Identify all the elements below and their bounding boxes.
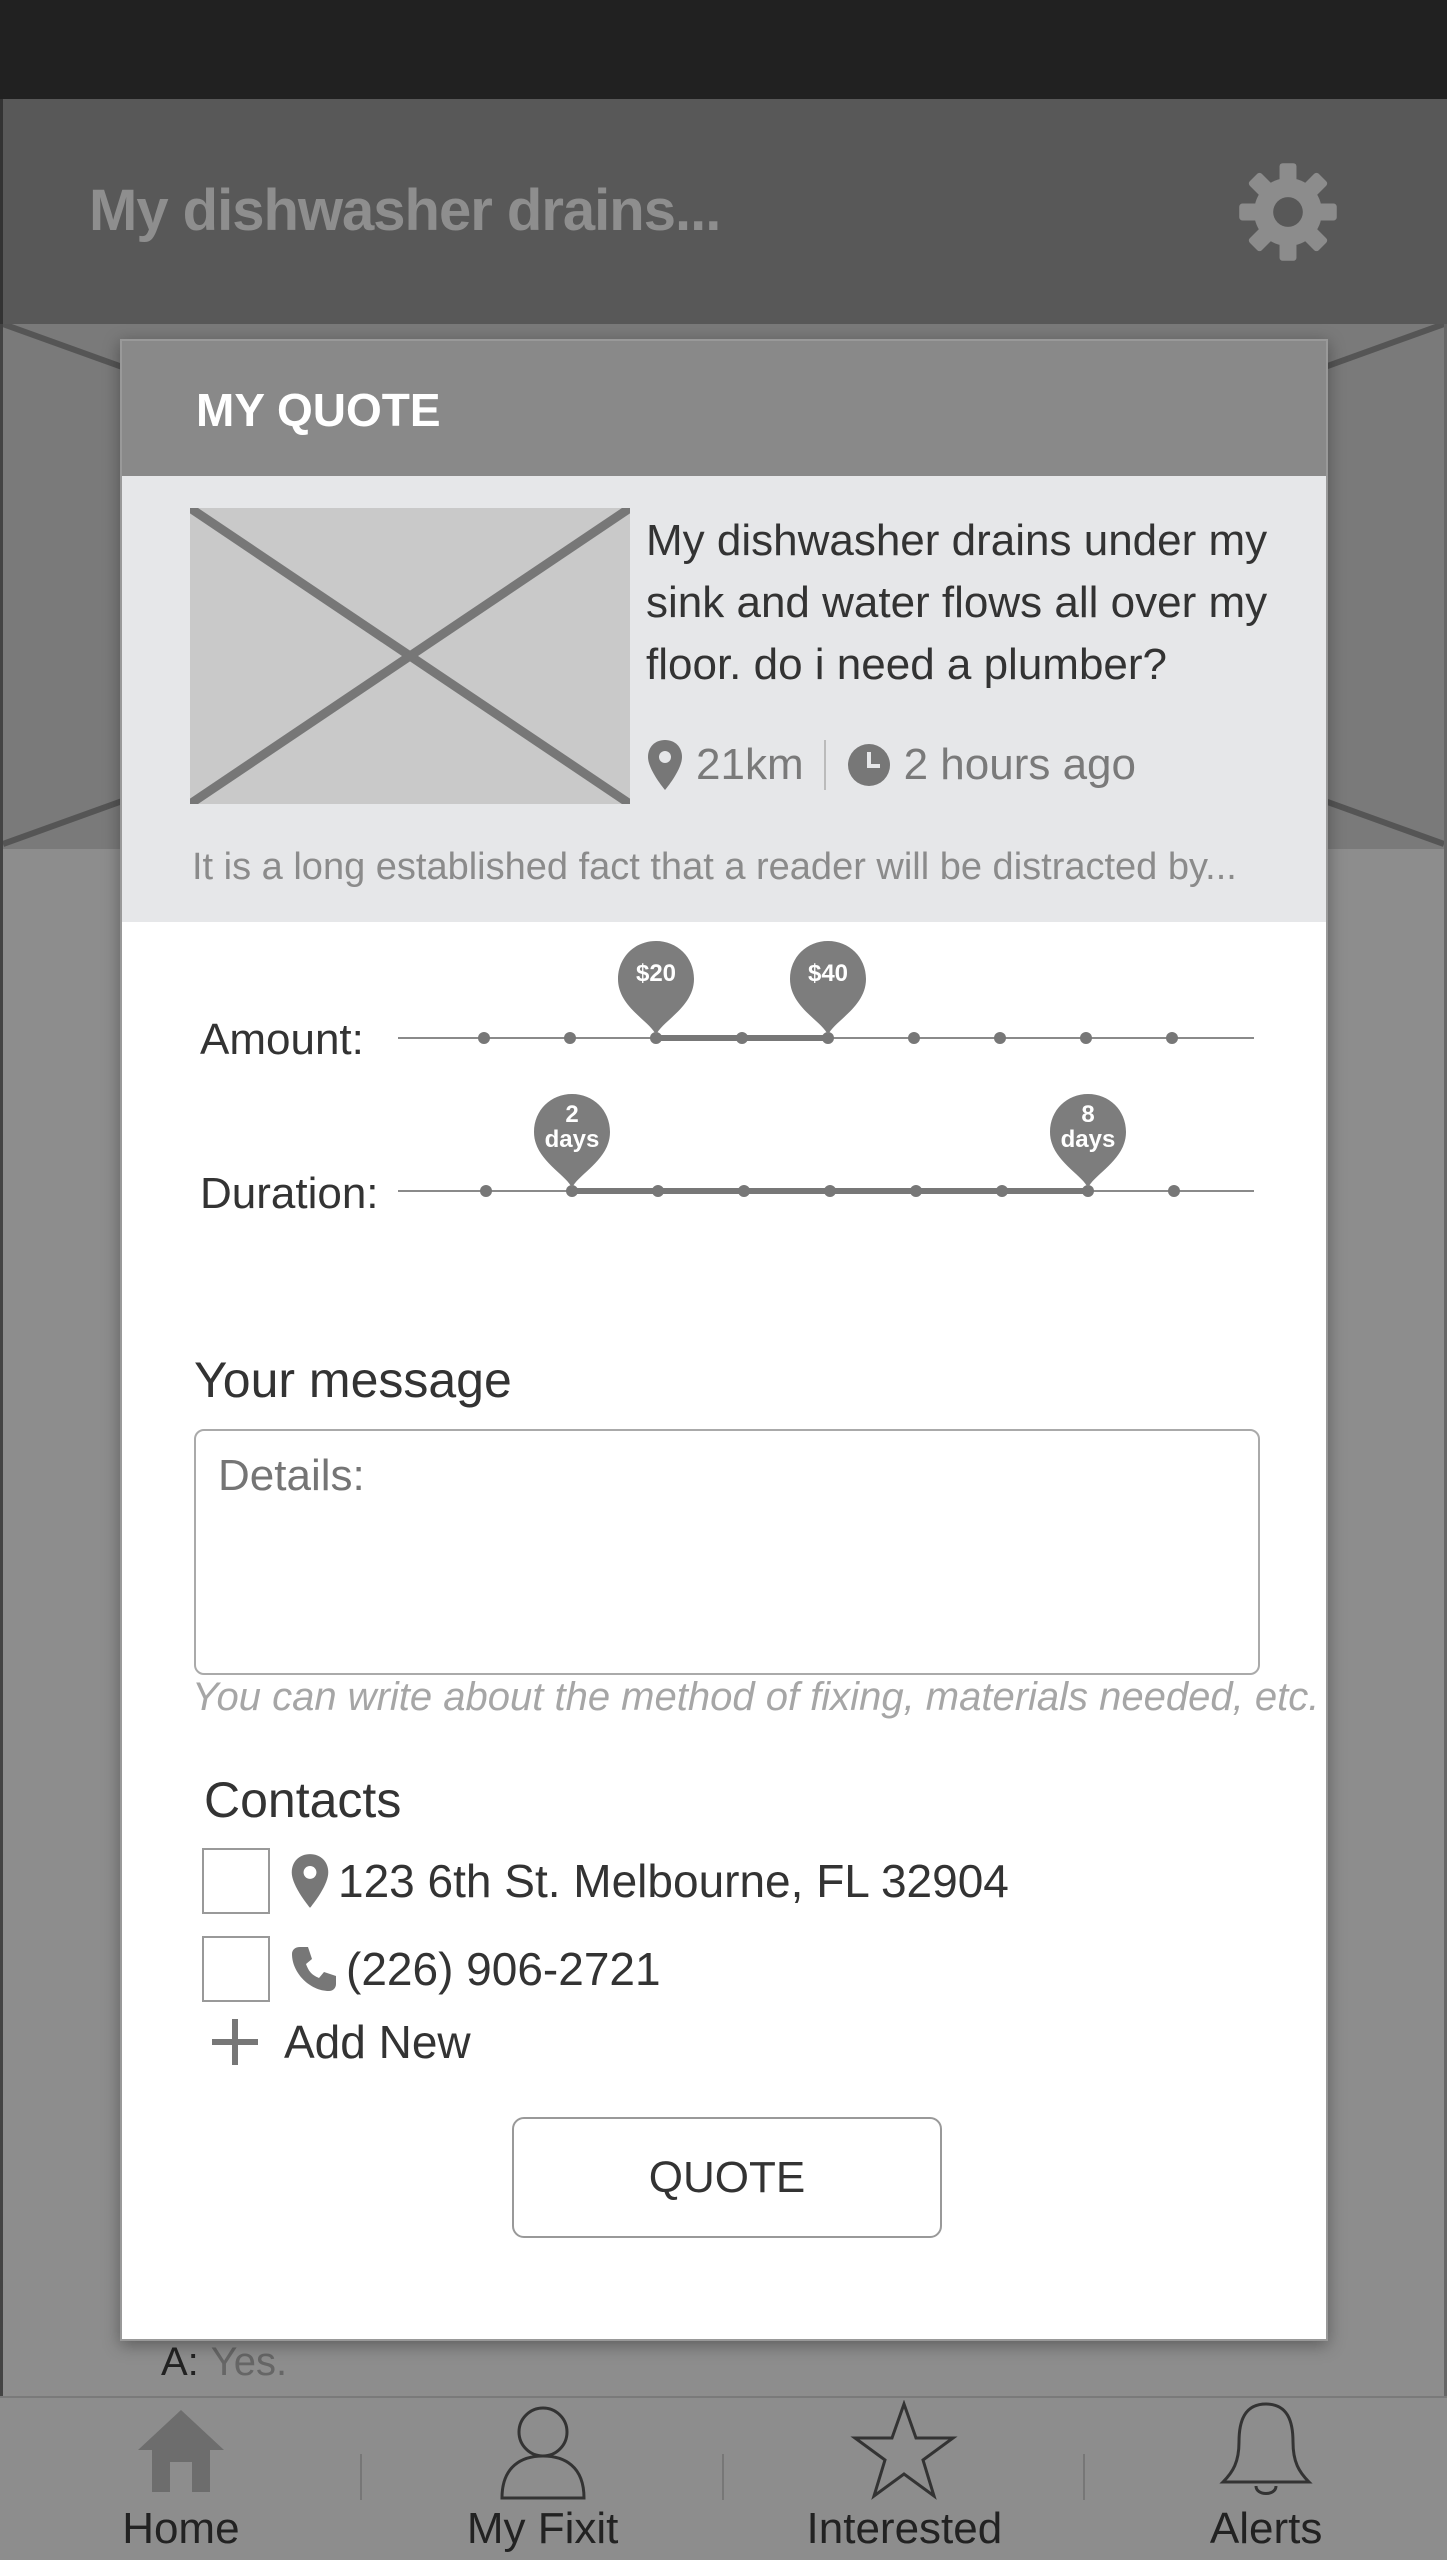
duration-step-dot — [738, 1185, 750, 1197]
duration-high-value-unit: days — [1060, 1126, 1116, 1153]
nav-label: Interested — [806, 2504, 1003, 2553]
answer-text: Yes. — [210, 2340, 288, 2384]
job-image — [187, 504, 633, 808]
home-icon — [137, 2410, 224, 2492]
duration-step-dot — [996, 1185, 1008, 1197]
duration-high-handle[interactable]: 8 days — [1048, 1092, 1128, 1190]
amount-high-value: $40 — [807, 960, 849, 987]
message-input[interactable] — [194, 1429, 1260, 1675]
answer-prefix: A: — [161, 2340, 199, 2384]
add-new-contact-button[interactable]: Add New — [210, 2015, 471, 2069]
job-description: My dishwasher drains under my sink and w… — [646, 516, 1268, 689]
contact-address: 123 6th St. Melbourne, FL 32904 — [338, 1855, 1009, 1907]
duration-step-dot — [910, 1185, 922, 1197]
add-new-label: Add New — [284, 2016, 471, 2068]
contacts-heading: Contacts — [204, 1772, 402, 1828]
phone-icon — [292, 1947, 336, 1991]
nav-item-alerts[interactable]: Alerts — [1085, 2398, 1447, 2560]
job-card: My dishwasher drains under my sink and w… — [122, 476, 1326, 922]
amount-low-value: $20 — [635, 960, 677, 987]
nav-item-interested[interactable]: Interested — [724, 2398, 1086, 2560]
nav-item-my-fixit[interactable]: My Fixit — [362, 2398, 724, 2560]
duration-step-dot — [480, 1185, 492, 1197]
app-header: My dishwasher drains... — [0, 99, 1447, 324]
gear-icon — [1239, 163, 1337, 261]
amount-high-handle[interactable]: $40 — [788, 939, 868, 1037]
phone-checkbox[interactable] — [202, 1936, 270, 2002]
user-icon — [500, 2406, 586, 2500]
contact-phone-row: (226) 906-2721 — [202, 1935, 661, 2003]
duration-step-dot — [1168, 1185, 1180, 1197]
modal-header: MY QUOTE — [122, 341, 1326, 476]
star-icon — [850, 2400, 958, 2500]
duration-low-value-number: 2 — [565, 1101, 579, 1128]
job-time-ago: 2 hours ago — [903, 740, 1136, 789]
message-heading: Your message — [194, 1352, 512, 1408]
amount-step-dot — [1166, 1032, 1178, 1044]
duration-step-dot — [652, 1185, 664, 1197]
duration-label: Duration: — [200, 1169, 379, 1218]
meta-divider — [823, 740, 826, 790]
modal-title: MY QUOTE — [196, 384, 441, 436]
amount-step-dot — [994, 1032, 1006, 1044]
plus-icon — [212, 2019, 258, 2065]
amount-step-dot — [908, 1032, 920, 1044]
background-answer: A: Yes. — [161, 2340, 287, 2385]
location-pin-icon — [291, 1854, 329, 1908]
job-meta: 21km 2 hours ago — [646, 738, 1136, 792]
amount-step-dot — [1080, 1032, 1092, 1044]
nav-item-home[interactable]: Home — [0, 2398, 362, 2560]
status-bar — [0, 0, 1447, 99]
address-checkbox[interactable] — [202, 1848, 270, 1914]
contact-phone: (226) 906-2721 — [346, 1943, 661, 1995]
quote-modal: MY QUOTE My dishwasher drains under my s… — [120, 339, 1328, 2341]
nav-label: My Fixit — [466, 2504, 619, 2553]
contact-address-row: 123 6th St. Melbourne, FL 32904 — [202, 1847, 1009, 1915]
duration-high-value: 8 days — [1048, 1102, 1128, 1152]
duration-step-dot — [824, 1185, 836, 1197]
clock-icon — [847, 744, 890, 786]
job-summary: It is a long established fact that a rea… — [192, 846, 1237, 888]
amount-step-dot — [564, 1032, 576, 1044]
image-placeholder-icon — [187, 504, 633, 808]
message-hint: You can write about the method of fixing… — [192, 1675, 1320, 1719]
duration-low-value-unit: days — [544, 1126, 600, 1153]
nav-label: Home — [122, 2504, 240, 2553]
duration-high-value-number: 8 — [1081, 1101, 1095, 1128]
nav-label: Alerts — [1209, 2504, 1323, 2553]
bottom-nav: Home My Fixit Interested Alerts — [0, 2396, 1447, 2560]
duration-track[interactable]: 2 days 8 days — [398, 1094, 1254, 1197]
amount-track[interactable]: $20 $40 — [398, 941, 1254, 1044]
duration-low-handle[interactable]: 2 days — [532, 1092, 612, 1190]
app-title: My dishwasher drains... — [89, 178, 721, 243]
amount-step-dot — [736, 1032, 748, 1044]
quote-button[interactable]: QUOTE — [512, 2117, 942, 2238]
amount-label: Amount: — [200, 1015, 364, 1064]
bell-icon — [1219, 2402, 1313, 2495]
duration-slider[interactable]: Duration: 2 days 8 days — [122, 1094, 1326, 1233]
location-pin-icon — [648, 740, 682, 790]
duration-low-value: 2 days — [532, 1102, 612, 1152]
amount-slider[interactable]: Amount: $20 $40 — [122, 941, 1326, 1081]
job-distance: 21km — [696, 740, 804, 789]
settings-button[interactable] — [1235, 159, 1341, 265]
amount-step-dot — [478, 1032, 490, 1044]
amount-low-handle[interactable]: $20 — [616, 939, 696, 1037]
